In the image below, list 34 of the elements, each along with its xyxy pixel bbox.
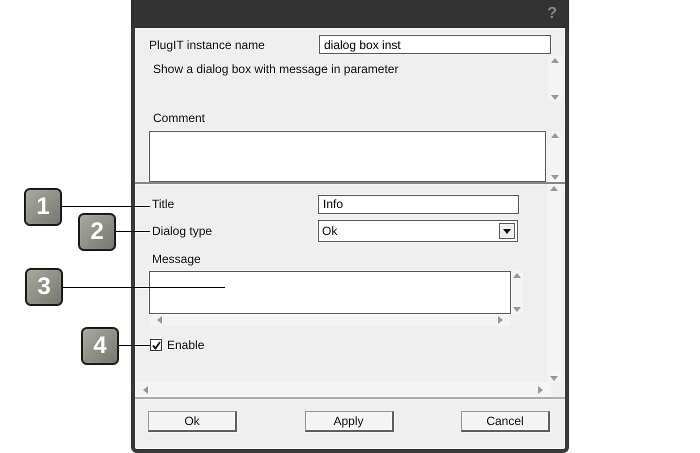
scroll-right-icon[interactable] bbox=[535, 385, 545, 395]
checkbox[interactable] bbox=[150, 339, 162, 351]
field-label: Title bbox=[152, 196, 176, 213]
callout-number: 3 bbox=[25, 268, 63, 306]
help-button[interactable]: ? bbox=[547, 6, 557, 22]
dialog-button[interactable]: Ok bbox=[148, 410, 237, 432]
scroll-left-icon[interactable] bbox=[141, 385, 151, 395]
comment-field[interactable] bbox=[149, 131, 546, 182]
field-label: Message bbox=[152, 252, 201, 266]
dialog-button[interactable]: Cancel bbox=[461, 410, 550, 432]
scroll-down-icon[interactable] bbox=[512, 304, 522, 314]
input-field[interactable]: dialog box inst bbox=[319, 35, 551, 54]
callout-number: 4 bbox=[81, 327, 119, 365]
scroll-up-icon[interactable] bbox=[549, 184, 559, 194]
scroll-down-icon[interactable] bbox=[550, 92, 560, 102]
field-label: Enable bbox=[167, 337, 204, 354]
caret-icon bbox=[503, 228, 511, 234]
scroll-up-icon[interactable] bbox=[550, 56, 560, 66]
scroll-up-icon[interactable] bbox=[550, 131, 560, 141]
leader-line bbox=[116, 231, 150, 232]
scroll-down-icon[interactable] bbox=[549, 373, 559, 383]
input-field[interactable]: Info bbox=[318, 194, 519, 214]
field-label: Dialog type bbox=[152, 223, 214, 240]
leader-line bbox=[119, 345, 150, 346]
field-label: PlugIT instance name bbox=[149, 36, 266, 54]
dialog-button[interactable]: Apply bbox=[304, 410, 394, 432]
scroll-up-icon[interactable] bbox=[512, 271, 522, 281]
callout-number: 1 bbox=[24, 188, 62, 226]
scroll-down-icon[interactable] bbox=[550, 172, 560, 182]
callout-number: 2 bbox=[78, 213, 116, 251]
description-text: Show a dialog box with message in parameter bbox=[153, 61, 398, 78]
field-label: Comment bbox=[153, 110, 206, 127]
message-field[interactable] bbox=[149, 271, 511, 314]
dropdown[interactable]: Ok bbox=[318, 220, 518, 242]
